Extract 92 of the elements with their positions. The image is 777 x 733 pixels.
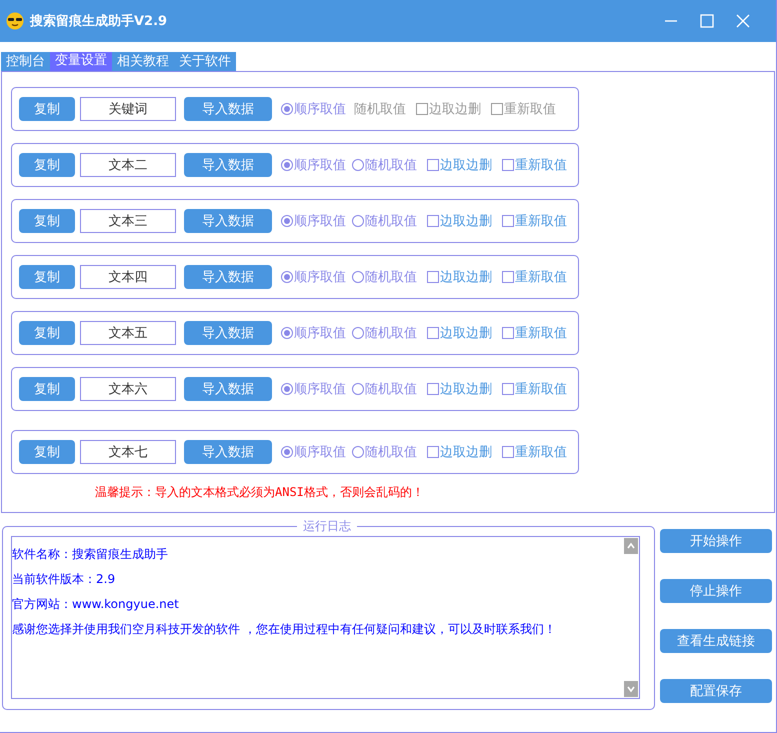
checkbox[interactable] [427, 271, 439, 283]
variable-field[interactable]: 文本二 [80, 153, 176, 177]
checkbox[interactable] [502, 327, 514, 339]
import-button[interactable]: 导入数据 [184, 265, 272, 289]
radio-button[interactable] [352, 383, 364, 395]
sunglasses-icon [6, 12, 24, 30]
radio-button[interactable] [281, 327, 293, 339]
variable-field[interactable]: 文本七 [80, 440, 176, 464]
log-line: 当前软件版本：2.9 [12, 571, 116, 588]
scroll-up-icon[interactable] [624, 538, 638, 554]
radio-label[interactable]: 随机取值 [365, 268, 417, 286]
import-button[interactable]: 导入数据 [184, 377, 272, 401]
radio-button[interactable] [352, 215, 364, 227]
radio-label[interactable]: 顺序取值 [294, 380, 346, 398]
radio-button[interactable] [352, 271, 364, 283]
import-button[interactable]: 导入数据 [184, 209, 272, 233]
radio-label[interactable]: 随机取值 [365, 380, 417, 398]
tab[interactable]: 关于软件 [174, 52, 236, 71]
warning-text: 温馨提示：导入的文本格式必须为ANSI格式，否则会乱码的！ [95, 484, 425, 501]
log-line: 官方网站：www.kongyue.net [12, 596, 180, 613]
radio-button[interactable] [281, 159, 293, 171]
log-line: 软件名称：搜索留痕生成助手 [12, 546, 169, 563]
import-button[interactable]: 导入数据 [184, 153, 272, 177]
checkbox[interactable] [427, 159, 439, 171]
radio-label[interactable]: 顺序取值 [294, 443, 346, 461]
action-button[interactable]: 查看生成链接 [660, 629, 772, 653]
radio-button[interactable] [352, 159, 364, 171]
radio-button[interactable] [281, 446, 293, 458]
radio-button[interactable] [281, 271, 293, 283]
maximize-icon[interactable] [700, 14, 714, 28]
checkbox-label[interactable]: 边取边删 [440, 443, 492, 461]
radio-label[interactable]: 顺序取值 [294, 156, 346, 174]
variable-field[interactable]: 文本六 [80, 377, 176, 401]
checkbox-label[interactable]: 边取边删 [440, 324, 492, 342]
copy-button[interactable]: 复制 [19, 153, 75, 177]
checkbox[interactable] [502, 446, 514, 458]
radio-label[interactable]: 随机取值 [365, 324, 417, 342]
copy-button[interactable]: 复制 [19, 440, 75, 464]
copy-button[interactable]: 复制 [19, 377, 75, 401]
checkbox-label[interactable]: 重新取值 [515, 268, 567, 286]
checkbox[interactable] [502, 271, 514, 283]
window-title: 搜索留痕生成助手V2.9 [30, 12, 168, 30]
checkbox[interactable] [427, 215, 439, 227]
copy-button[interactable]: 复制 [19, 209, 75, 233]
checkbox-label[interactable]: 重新取值 [515, 212, 567, 230]
log-line: 感谢您选择并使用我们空月科技开发的软件 ，您在使用过程中有任何疑问和建议，可以及时联系我们！ [12, 621, 557, 638]
tab[interactable]: 变量设置 [50, 52, 112, 71]
action-button[interactable]: 配置保存 [660, 679, 772, 703]
radio-label[interactable]: 随机取值 [365, 212, 417, 230]
copy-button[interactable]: 复制 [19, 97, 75, 121]
radio-label[interactable]: 顺序取值 [294, 324, 346, 342]
import-button[interactable]: 导入数据 [184, 321, 272, 345]
radio-button[interactable] [281, 103, 293, 115]
radio-label[interactable]: 顺序取值 [294, 100, 346, 118]
checkbox[interactable] [427, 383, 439, 395]
checkbox-label[interactable]: 边取边删 [440, 156, 492, 174]
checkbox-label[interactable]: 边取边删 [440, 380, 492, 398]
tab[interactable]: 相关教程 [112, 52, 174, 71]
checkbox[interactable] [502, 215, 514, 227]
action-button[interactable]: 开始操作 [660, 529, 772, 553]
radio-label[interactable]: 顺序取值 [294, 212, 346, 230]
checkbox-label[interactable]: 重新取值 [515, 156, 567, 174]
variable-field[interactable]: 文本三 [80, 209, 176, 233]
copy-button[interactable]: 复制 [19, 321, 75, 345]
import-button[interactable]: 导入数据 [184, 440, 272, 464]
radio-button[interactable] [352, 327, 364, 339]
scroll-down-icon[interactable] [624, 681, 638, 697]
action-button[interactable]: 停止操作 [660, 579, 772, 603]
checkbox-label[interactable]: 重新取值 [515, 443, 567, 461]
import-button[interactable]: 导入数据 [184, 97, 272, 121]
variable-field[interactable]: 文本五 [80, 321, 176, 345]
checkbox[interactable] [502, 383, 514, 395]
close-icon[interactable] [736, 14, 750, 28]
radio-button[interactable] [352, 446, 364, 458]
variable-field[interactable]: 关键词 [80, 97, 176, 121]
checkbox-label[interactable]: 边取边删 [440, 212, 492, 230]
checkbox-label[interactable]: 重新取值 [515, 380, 567, 398]
variable-field[interactable]: 文本四 [80, 265, 176, 289]
checkbox-label[interactable]: 边取边删 [440, 268, 492, 286]
radio-button[interactable] [281, 383, 293, 395]
checkbox[interactable] [502, 159, 514, 171]
radio-button[interactable] [281, 215, 293, 227]
scrollbar[interactable] [623, 537, 639, 698]
radio-label[interactable]: 顺序取值 [294, 268, 346, 286]
checkbox[interactable] [427, 327, 439, 339]
checkbox[interactable] [427, 446, 439, 458]
radio-label[interactable]: 随机取值 [365, 443, 417, 461]
copy-button[interactable]: 复制 [19, 265, 75, 289]
radio-label[interactable]: 随机取值 [365, 156, 417, 174]
group-title: 运行日志 [297, 519, 357, 533]
tab[interactable]: 控制台 [1, 52, 50, 71]
checkbox-label[interactable]: 重新取值 [515, 324, 567, 342]
